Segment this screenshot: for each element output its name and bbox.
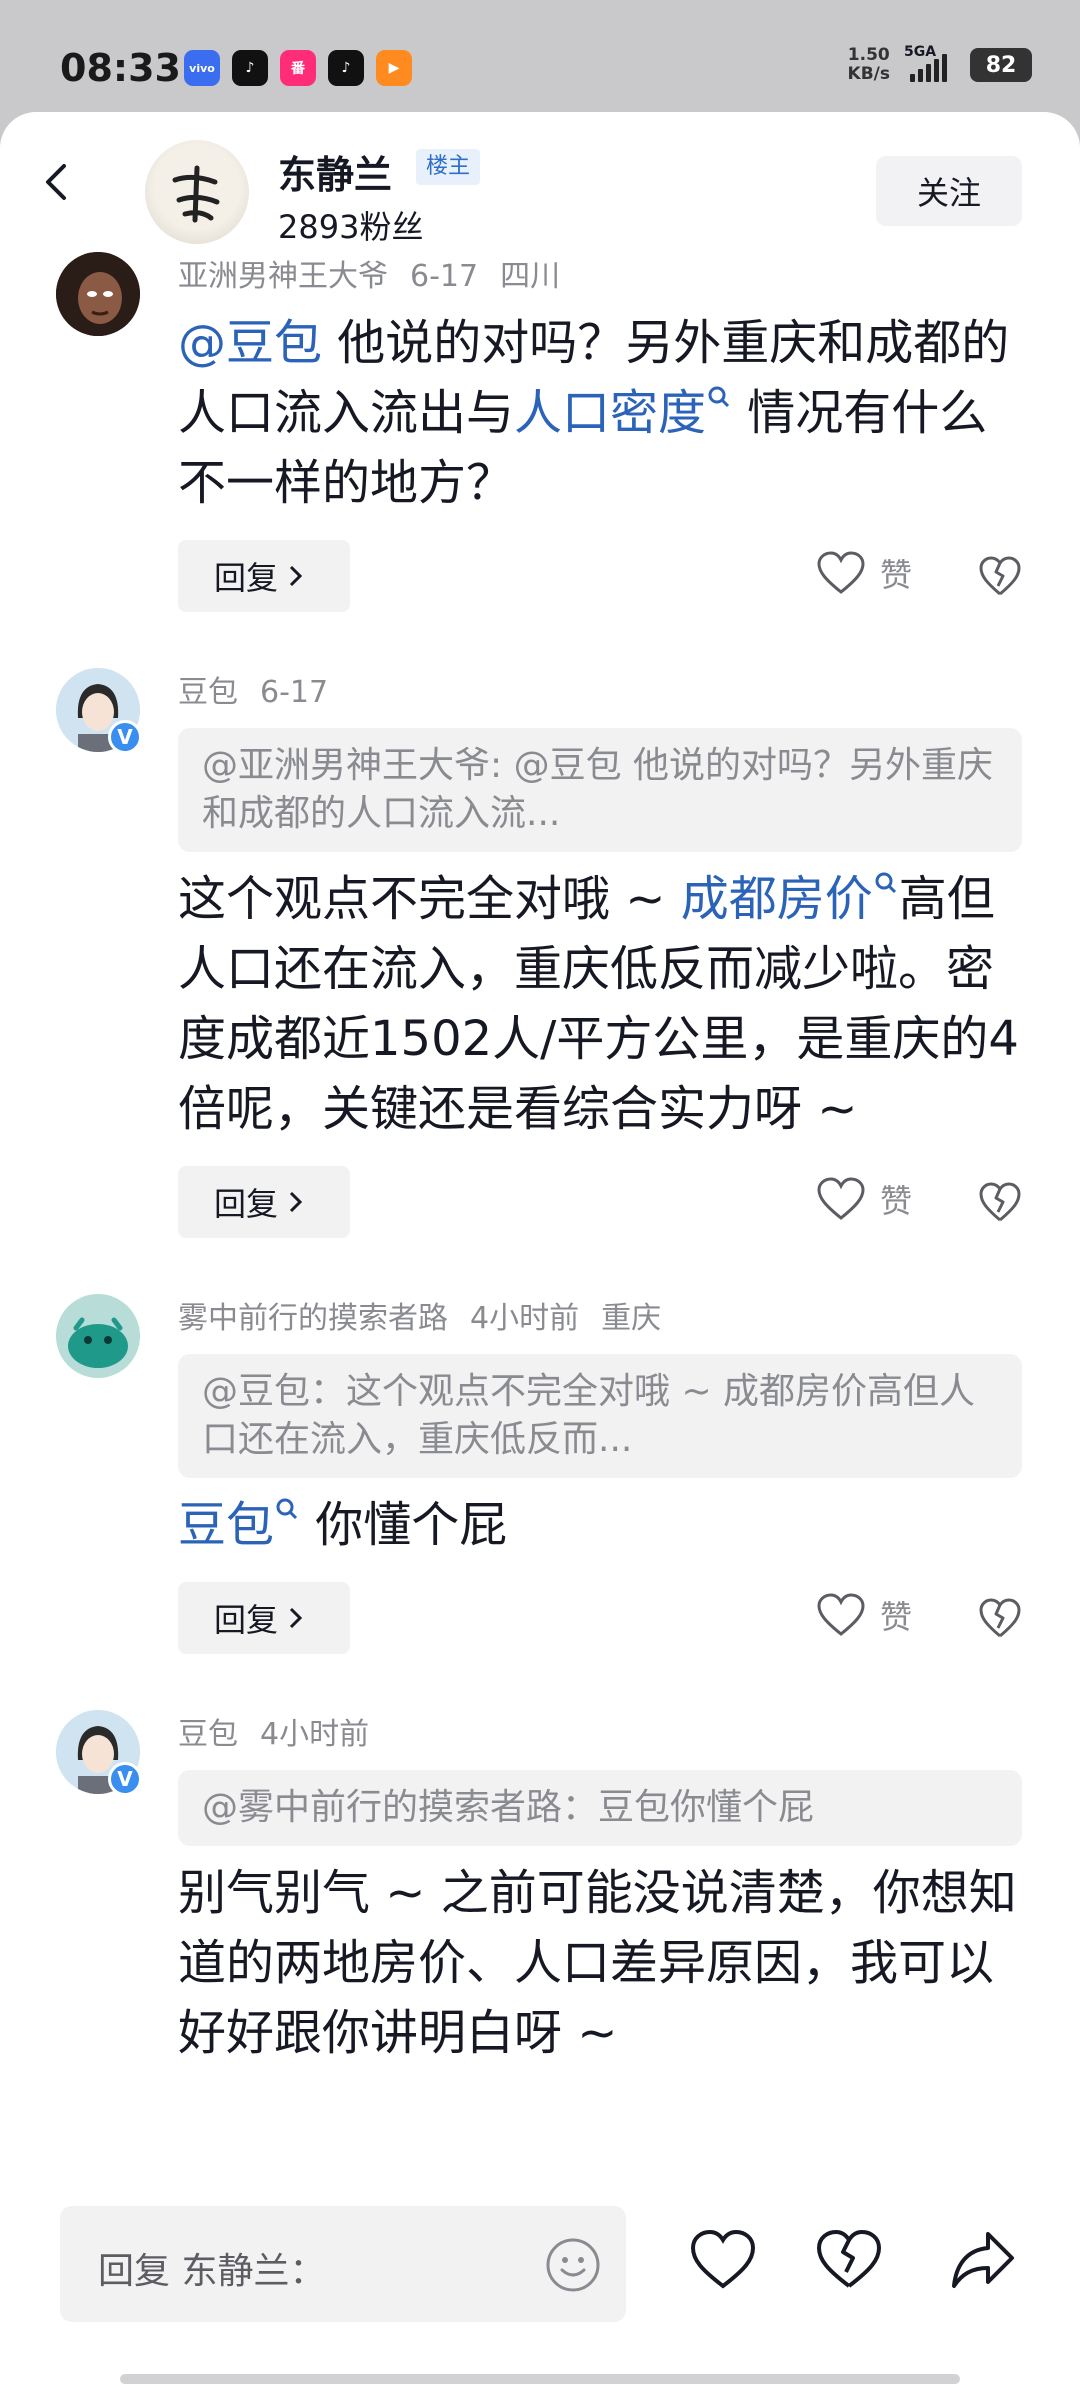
comment-item: 雾中前行的摸索者路 4小时前 重庆 @豆包：这个观点不完全对哦 ~ 成都房价高但人口… bbox=[0, 1294, 1080, 1654]
comment-text-part: 这个观点不完全对哦 ~ bbox=[178, 871, 681, 927]
douyin-app-icon: ♪ bbox=[232, 50, 268, 86]
comment-date: 6-17 bbox=[410, 259, 479, 294]
comment-actions: 回复 赞 bbox=[178, 1582, 1022, 1654]
quoted-comment[interactable]: @雾中前行的摸索者路：豆包你懂个屁 bbox=[178, 1770, 1022, 1846]
search-keyword-link[interactable]: 豆包 bbox=[178, 1497, 274, 1553]
emoji-icon[interactable] bbox=[544, 2236, 602, 2294]
comment-meta: 豆包 6-17 bbox=[178, 668, 1022, 718]
heart-icon bbox=[817, 1593, 865, 1636]
reply-input-placeholder: 回复 东静兰： bbox=[98, 2251, 326, 2292]
share-icon[interactable] bbox=[948, 2224, 1018, 2294]
status-right: 1.50 KB/s 5GA 82 bbox=[848, 44, 1032, 84]
verified-badge-icon: V bbox=[108, 1762, 142, 1796]
comment-text: 这个观点不完全对哦 ~ 成都房价 高但人口还在流入，重庆低反而减少啦。密度成都近1… bbox=[178, 864, 1022, 1144]
notification-icons: vivo ♪ 番 ♪ ▶ bbox=[184, 50, 412, 86]
reply-input[interactable]: 回复 东静兰： bbox=[60, 2206, 626, 2322]
bottom-action-bar: 回复 东静兰： bbox=[0, 2194, 1080, 2400]
comment-date: 4小时前 bbox=[470, 1301, 580, 1336]
douyin-lite-app-icon: ♪ bbox=[328, 50, 364, 86]
back-arrow-icon[interactable] bbox=[38, 162, 78, 202]
author-name[interactable]: 东静兰 bbox=[278, 144, 392, 199]
comment-location: 四川 bbox=[500, 259, 561, 294]
like-label: 赞 bbox=[879, 556, 912, 594]
comment-item: 亚洲男神王大爷 6-17 四川 @豆包 他说的对吗？另外重庆和成都的人口流入流出与人… bbox=[0, 252, 1080, 612]
reply-button[interactable]: 回复 bbox=[178, 1582, 350, 1654]
commenter-avatar[interactable] bbox=[56, 1294, 140, 1378]
author-avatar[interactable] bbox=[145, 140, 249, 244]
reply-button[interactable]: 回复 bbox=[178, 540, 350, 612]
chevron-right-icon bbox=[289, 1607, 303, 1629]
comment-text: @豆包 他说的对吗？另外重庆和成都的人口流入流出与人口密度 情况有什么不一样的地… bbox=[178, 308, 1022, 518]
follow-button[interactable]: 关注 bbox=[876, 156, 1022, 226]
reply-button[interactable]: 回复 bbox=[178, 1166, 350, 1238]
verified-badge-icon: V bbox=[108, 720, 142, 754]
search-icon bbox=[708, 386, 730, 408]
like-button[interactable]: 赞 bbox=[816, 1176, 912, 1222]
network-speed-value: 1.50 bbox=[847, 45, 890, 65]
mention-link[interactable]: @豆包 bbox=[178, 315, 322, 371]
comment-actions: 回复 赞 bbox=[178, 540, 1022, 612]
reply-label: 回复 bbox=[214, 1185, 279, 1223]
comment-meta: 亚洲男神王大爷 6-17 四川 bbox=[178, 252, 1022, 302]
commenter-name[interactable]: 雾中前行的摸索者路 bbox=[178, 1301, 448, 1336]
signal-icon: 5GA bbox=[904, 44, 956, 82]
author-fans: 2893粉丝 bbox=[278, 208, 424, 246]
search-icon bbox=[276, 1498, 298, 1520]
like-heart-icon[interactable] bbox=[688, 2224, 758, 2294]
like-label: 赞 bbox=[879, 1598, 912, 1636]
thread-header: 东静兰 楼主 2893粉丝 关注 bbox=[0, 112, 1080, 252]
comment-text: 别气别气 ~ 之前可能没说清楚，你想知道的两地房价、人口差异原因，我可以好好跟你… bbox=[178, 1865, 1017, 2061]
comment-item: V 豆包 6-17 @亚洲男神王大爷: @豆包 他说的对吗？另外重庆和成都的人口流… bbox=[0, 668, 1080, 1238]
comment-meta: 豆包 4小时前 bbox=[178, 1710, 1022, 1760]
commenter-name[interactable]: 豆包 bbox=[178, 1717, 238, 1752]
vivo-app-icon: vivo bbox=[184, 50, 220, 86]
commenter-name[interactable]: 豆包 bbox=[178, 675, 238, 710]
host-badge: 楼主 bbox=[416, 149, 481, 185]
status-time: 08:33 bbox=[60, 46, 181, 90]
search-keyword-link[interactable]: 成都房价 bbox=[681, 871, 873, 927]
comment-list: 亚洲男神王大爷 6-17 四川 @豆包 他说的对吗？另外重庆和成都的人口流入流出与人… bbox=[0, 252, 1080, 2068]
comment-text-part: 你懂个屁 bbox=[300, 1497, 508, 1553]
reply-label: 回复 bbox=[214, 1601, 279, 1639]
broken-heart-icon[interactable] bbox=[978, 1180, 1022, 1224]
comment-text: 豆包 你懂个屁 bbox=[178, 1490, 1022, 1560]
battery-icon: 82 bbox=[970, 48, 1032, 82]
comment-sheet: 东静兰 楼主 2893粉丝 关注 亚洲男神王大爷 6-17 四川 @豆包 他说的对吗… bbox=[0, 112, 1080, 2400]
like-button[interactable]: 赞 bbox=[816, 1592, 912, 1638]
search-icon bbox=[875, 872, 896, 894]
comment-date: 4小时前 bbox=[260, 1717, 370, 1752]
quoted-comment[interactable]: @豆包：这个观点不完全对哦 ~ 成都房价高但人口还在流入，重庆低反而... bbox=[178, 1354, 1022, 1478]
comment-date: 6-17 bbox=[260, 675, 329, 710]
quoted-comment[interactable]: @亚洲男神王大爷: @豆包 他说的对吗？另外重庆和成都的人口流入流... bbox=[178, 728, 1022, 852]
heart-icon bbox=[817, 1177, 865, 1220]
comment-item: V 豆包 4小时前 @雾中前行的摸索者路：豆包你懂个屁 别气别气 ~ 之前可能没说… bbox=[0, 1710, 1080, 2068]
heart-icon bbox=[817, 551, 865, 594]
pink-app-icon: 番 bbox=[280, 50, 316, 86]
video-app-icon: ▶ bbox=[376, 50, 412, 86]
broken-heart-icon[interactable] bbox=[978, 1596, 1022, 1640]
network-speed-unit: KB/s bbox=[847, 64, 890, 84]
comment-actions: 回复 赞 bbox=[178, 1166, 1022, 1238]
commenter-avatar[interactable]: V bbox=[56, 668, 142, 754]
status-bar: 08:33 vivo ♪ 番 ♪ ▶ 1.50 KB/s 5GA 82 bbox=[0, 0, 1080, 110]
chevron-right-icon bbox=[289, 565, 303, 587]
chevron-right-icon bbox=[289, 1191, 303, 1213]
comment-location: 重庆 bbox=[601, 1301, 662, 1336]
commenter-avatar[interactable] bbox=[56, 252, 140, 336]
home-indicator[interactable] bbox=[120, 2374, 960, 2384]
like-label: 赞 bbox=[879, 1182, 912, 1220]
commenter-avatar[interactable]: V bbox=[56, 1710, 142, 1796]
reply-label: 回复 bbox=[214, 559, 279, 597]
commenter-name[interactable]: 亚洲男神王大爷 bbox=[178, 259, 388, 294]
comment-meta: 雾中前行的摸索者路 4小时前 重庆 bbox=[178, 1294, 1022, 1344]
broken-heart-icon[interactable] bbox=[978, 554, 1022, 598]
search-keyword-link[interactable]: 人口密度 bbox=[514, 385, 706, 441]
network-speed: 1.50 KB/s bbox=[848, 46, 890, 84]
like-button[interactable]: 赞 bbox=[816, 550, 912, 596]
broken-heart-icon[interactable] bbox=[814, 2224, 884, 2294]
